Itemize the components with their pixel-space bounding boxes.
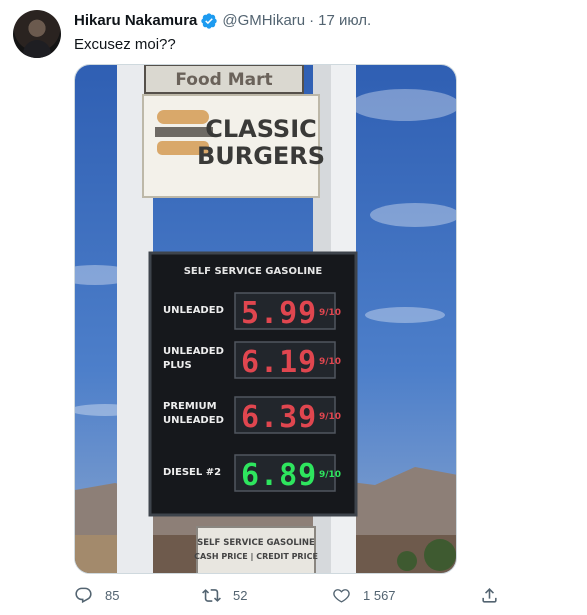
- like-button[interactable]: 1 567: [332, 586, 396, 605]
- lower-sign-line2: CASH PRICE | CREDIT PRICE: [194, 552, 318, 561]
- tweet-date[interactable]: 17 июл.: [318, 11, 371, 31]
- grade-label-line2: PLUS: [163, 360, 192, 371]
- price-value: 6.89: [241, 458, 317, 493]
- grade-label: UNLEADED: [163, 346, 224, 357]
- board-title: SELF SERVICE GASOLINE: [184, 266, 323, 277]
- grade-label: DIESEL #2: [163, 467, 221, 478]
- reply-count: 85: [105, 588, 120, 603]
- like-count: 1 567: [363, 588, 396, 603]
- price-value: 6.19: [241, 345, 317, 380]
- lower-sign-line1: SELF SERVICE GASOLINE: [197, 538, 315, 548]
- building: [75, 535, 120, 573]
- price-fraction: 9/10: [319, 308, 341, 318]
- grade-label-line2: UNLEADED: [163, 415, 224, 426]
- share-button[interactable]: [480, 586, 499, 605]
- separator-dot: ·: [309, 12, 315, 29]
- tweet[interactable]: Hikaru Nakamura @GMHikaru · 17 июл. Excu…: [0, 0, 587, 615]
- heart-icon: [333, 589, 350, 603]
- author-handle[interactable]: @GMHikaru: [222, 11, 305, 31]
- tweet-header: Hikaru Nakamura @GMHikaru · 17 июл.: [74, 11, 371, 31]
- tweet-text: Excusez moi??: [74, 36, 176, 53]
- price-fraction: 9/10: [319, 357, 341, 367]
- reply-icon: [75, 587, 92, 604]
- avatar[interactable]: [13, 10, 61, 58]
- price-value: 5.99: [241, 296, 317, 331]
- author-name[interactable]: Hikaru Nakamura: [74, 11, 197, 31]
- gas-price-sign-photo: Food Mart CLASSIC BURGERS SELF SERVICE G…: [75, 65, 456, 573]
- burgers-text: BURGERS: [197, 142, 325, 170]
- retweet-icon: [202, 589, 221, 602]
- price-fraction: 9/10: [319, 470, 341, 480]
- retweet-count: 52: [233, 588, 248, 603]
- classic-text: CLASSIC: [205, 115, 317, 143]
- food-mart-text: Food Mart: [175, 70, 272, 90]
- lower-sign: [196, 526, 316, 573]
- tree: [424, 539, 456, 571]
- share-icon: [482, 588, 497, 603]
- tweet-actions: 85 52 1 567: [74, 586, 514, 610]
- price-fraction: 9/10: [319, 412, 341, 422]
- reply-button[interactable]: 85: [74, 586, 119, 605]
- tree: [397, 551, 417, 571]
- verified-badge-icon: [201, 13, 218, 29]
- retweet-button[interactable]: 52: [202, 586, 247, 605]
- grade-label: UNLEADED: [163, 305, 224, 316]
- grade-label: PREMIUM: [163, 401, 217, 412]
- price-value: 6.39: [241, 400, 317, 435]
- tweet-photo[interactable]: Food Mart CLASSIC BURGERS SELF SERVICE G…: [74, 64, 457, 574]
